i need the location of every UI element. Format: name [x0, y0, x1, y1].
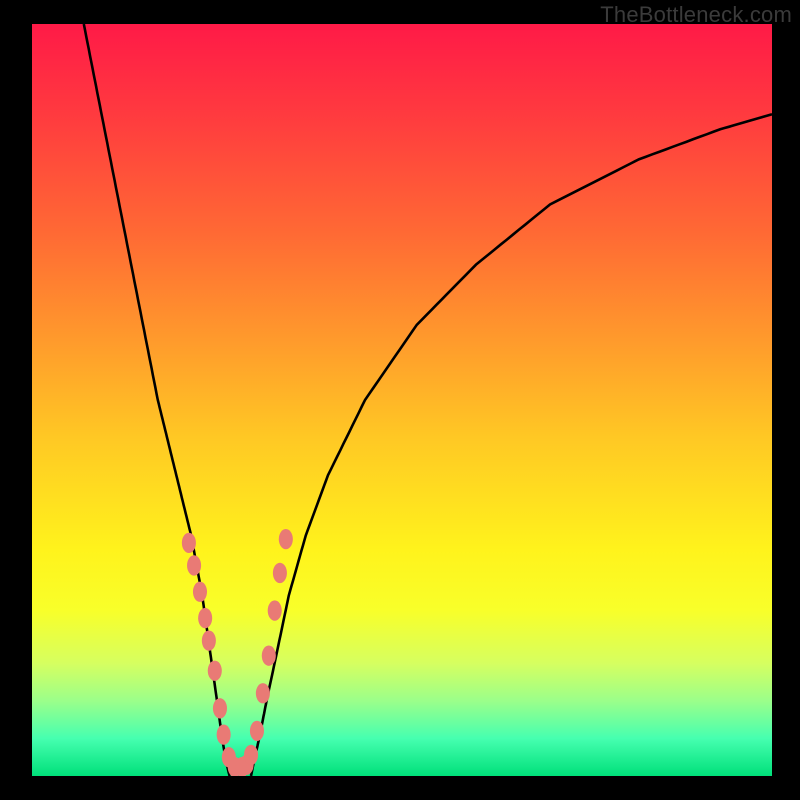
marker-dot — [273, 563, 287, 583]
attribution-link[interactable]: TheBottleneck.com — [600, 2, 792, 28]
marker-dot — [217, 724, 231, 744]
marker-dot — [208, 661, 222, 681]
marker-dot — [187, 555, 201, 575]
marker-dot — [256, 683, 270, 703]
marker-dot — [213, 698, 227, 718]
plot-area — [32, 24, 772, 776]
right-curve — [251, 114, 772, 776]
marker-dot — [193, 582, 207, 602]
marker-dot — [244, 745, 258, 765]
left-curve — [84, 24, 230, 776]
marker-dot — [268, 600, 282, 620]
chart-svg — [32, 24, 772, 776]
marker-dot — [202, 630, 216, 650]
marker-dot — [182, 533, 196, 553]
marker-dot — [279, 529, 293, 549]
marker-dot — [250, 721, 264, 741]
attribution-text[interactable]: TheBottleneck.com — [600, 2, 792, 27]
marker-dot — [198, 608, 212, 628]
marker-dot — [262, 646, 276, 666]
chart-frame: TheBottleneck.com — [0, 0, 800, 800]
